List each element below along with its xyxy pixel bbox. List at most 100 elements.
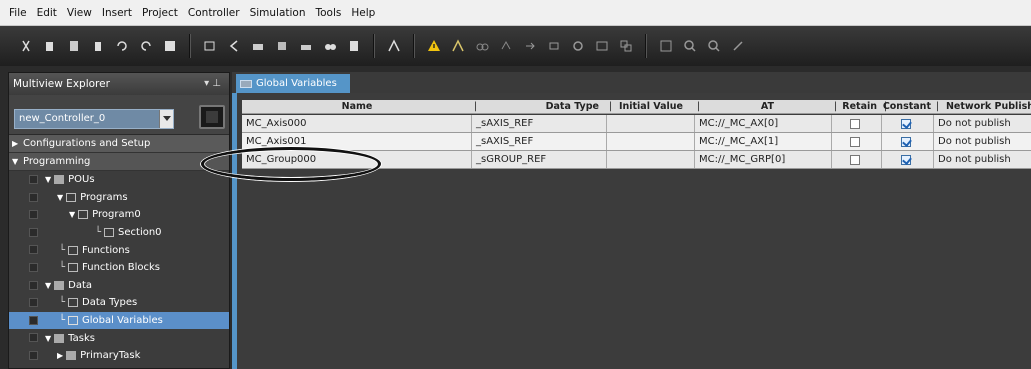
- tree-item-section0[interactable]: └ Section0: [9, 224, 229, 242]
- table-row[interactable]: MC_Axis001 _sAXIS_REF MC://_MC_AX[1] Do …: [242, 133, 1031, 151]
- column-header-network-publish[interactable]: | Network Publish: [934, 100, 1031, 114]
- expand-down-icon[interactable]: ▼: [45, 175, 51, 184]
- column-header-constant[interactable]: | Constant: [882, 100, 934, 114]
- checkbox[interactable]: [29, 192, 38, 202]
- chevron-down-icon[interactable]: [159, 110, 173, 128]
- checkbox[interactable]: [29, 298, 38, 308]
- tab-global-variables[interactable]: Global Variables ×: [236, 74, 350, 108]
- cell-name[interactable]: MC_Group000: [242, 151, 472, 168]
- expand-right-icon[interactable]: ▶: [12, 135, 18, 153]
- retain-checkbox[interactable]: [850, 119, 860, 129]
- pin-icon[interactable]: ▾ ⊥: [204, 73, 221, 95]
- tree-item-programs[interactable]: ▼ Programs: [9, 189, 229, 207]
- expand-down-icon[interactable]: ▼: [45, 334, 51, 343]
- table-row[interactable]: MC_Axis000 _sAXIS_REF MC://_MC_AX[0] Do …: [242, 115, 1031, 133]
- zoom-percent-icon[interactable]: [730, 37, 746, 55]
- tree-item-global-variables[interactable]: └ Global Variables: [9, 311, 229, 330]
- sync-icon[interactable]: [498, 37, 514, 55]
- menu-insert[interactable]: Insert: [97, 0, 137, 26]
- save-icon[interactable]: [162, 37, 178, 55]
- zoom-out-icon[interactable]: [706, 37, 722, 55]
- transfer-icon[interactable]: [522, 37, 538, 55]
- expand-down-icon[interactable]: ▼: [12, 153, 18, 171]
- checkbox[interactable]: [29, 350, 38, 360]
- constant-checkbox[interactable]: [901, 155, 911, 165]
- menu-file[interactable]: File: [4, 0, 32, 26]
- cell-network-publish[interactable]: Do not publish: [934, 151, 1031, 168]
- cell-initial-value[interactable]: [607, 133, 695, 150]
- column-header-retain[interactable]: | Retain: [832, 100, 882, 114]
- monitor-icon[interactable]: [474, 37, 490, 55]
- tree-item-tasks[interactable]: ▼ Tasks: [9, 329, 229, 347]
- checkbox[interactable]: [29, 245, 38, 255]
- constant-checkbox[interactable]: [901, 119, 911, 129]
- menu-view[interactable]: View: [62, 0, 97, 26]
- cell-data-type[interactable]: _sAXIS_REF: [472, 133, 607, 150]
- build-icon[interactable]: [250, 37, 266, 55]
- tree-item-data[interactable]: ▼ Data: [9, 277, 229, 295]
- undo-icon[interactable]: [114, 37, 130, 55]
- rebuild-icon[interactable]: [298, 37, 314, 55]
- menu-simulation[interactable]: Simulation: [245, 0, 311, 26]
- controller-icon[interactable]: [346, 37, 362, 55]
- cell-network-publish[interactable]: Do not publish: [934, 133, 1031, 150]
- controller-dropdown[interactable]: new_Controller_0: [14, 109, 174, 129]
- section-configurations[interactable]: ▶ Configurations and Setup: [9, 135, 229, 153]
- tree-item-function-blocks[interactable]: └ Function Blocks: [9, 259, 229, 277]
- expand-down-icon[interactable]: ▼: [57, 193, 63, 202]
- fit-icon[interactable]: [658, 37, 674, 55]
- cell-at[interactable]: MC://_MC_AX[1]: [695, 133, 832, 150]
- cell-name[interactable]: MC_Axis001: [242, 133, 472, 150]
- redo-icon[interactable]: [138, 37, 154, 55]
- run-icon[interactable]: [570, 37, 586, 55]
- reset-icon[interactable]: [450, 37, 466, 55]
- find-icon[interactable]: [322, 37, 338, 55]
- expand-right-icon[interactable]: ▶: [57, 351, 63, 360]
- cell-initial-value[interactable]: [607, 151, 695, 168]
- cell-data-type[interactable]: _sAXIS_REF: [472, 115, 607, 132]
- expand-down-icon[interactable]: ▼: [45, 281, 51, 290]
- checkbox[interactable]: [29, 175, 38, 184]
- menu-tools[interactable]: Tools: [311, 0, 347, 26]
- cell-name[interactable]: MC_Axis000: [242, 115, 472, 132]
- warning-icon[interactable]: [426, 37, 442, 55]
- upload-icon[interactable]: [546, 37, 562, 55]
- tree-item-program0[interactable]: ▼ Program0: [9, 206, 229, 224]
- expand-down-icon[interactable]: ▼: [69, 210, 75, 219]
- checkbox[interactable]: [29, 262, 38, 272]
- cell-initial-value[interactable]: [607, 115, 695, 132]
- cell-network-publish[interactable]: Do not publish: [934, 115, 1031, 132]
- checkbox[interactable]: [29, 333, 38, 343]
- cell-data-type[interactable]: _sGROUP_REF: [472, 151, 607, 168]
- edit-icon[interactable]: [202, 37, 218, 55]
- tree-item-pous[interactable]: ▼ POUs: [9, 171, 229, 189]
- table-row[interactable]: MC_Group000 _sGROUP_REF MC://_MC_GRP[0] …: [242, 151, 1031, 169]
- online-icon[interactable]: [386, 37, 402, 55]
- menu-edit[interactable]: Edit: [32, 0, 62, 26]
- menu-project[interactable]: Project: [137, 0, 183, 26]
- column-header-initial-value[interactable]: | Initial Value: [607, 100, 695, 114]
- cut-icon[interactable]: [18, 37, 34, 55]
- menu-controller[interactable]: Controller: [183, 0, 245, 26]
- download-icon[interactable]: [594, 37, 610, 55]
- retain-checkbox[interactable]: [850, 155, 860, 165]
- tree-item-primary-task[interactable]: ▶ PrimaryTask: [9, 347, 229, 365]
- checkbox[interactable]: [29, 280, 38, 290]
- zoom-in-icon[interactable]: [682, 37, 698, 55]
- column-header-at[interactable]: | AT: [695, 100, 832, 114]
- column-header-name[interactable]: Name: [242, 100, 472, 114]
- retain-checkbox[interactable]: [850, 137, 860, 147]
- checkbox[interactable]: [29, 227, 38, 237]
- check-icon[interactable]: [274, 37, 290, 55]
- controller-device-icon[interactable]: [199, 105, 225, 129]
- cell-at[interactable]: MC://_MC_AX[0]: [695, 115, 832, 132]
- copy-icon[interactable]: [42, 37, 58, 55]
- menu-help[interactable]: Help: [346, 0, 380, 26]
- cell-at[interactable]: MC://_MC_GRP[0]: [695, 151, 832, 168]
- tree-item-data-types[interactable]: └ Data Types: [9, 294, 229, 312]
- section-programming[interactable]: ▼ Programming: [9, 153, 229, 171]
- delete-icon[interactable]: [90, 37, 106, 55]
- back-icon[interactable]: [226, 37, 242, 55]
- compare-icon[interactable]: [618, 37, 634, 55]
- checkbox[interactable]: [29, 210, 38, 220]
